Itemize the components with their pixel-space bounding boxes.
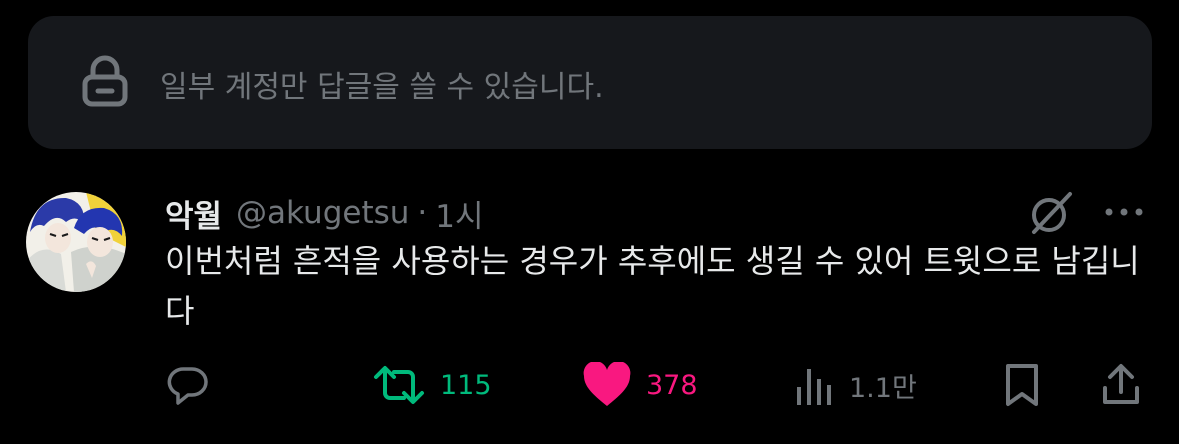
bookmark-button[interactable] bbox=[1002, 360, 1042, 410]
reply-button[interactable] bbox=[166, 360, 210, 410]
reply-icon bbox=[167, 367, 208, 405]
views-button[interactable]: 1.1만 bbox=[795, 360, 917, 410]
views-count: 1.1만 bbox=[849, 372, 917, 404]
heart-icon bbox=[583, 362, 631, 406]
retweet-button[interactable]: 115 bbox=[372, 360, 492, 410]
like-button[interactable]: 378 bbox=[582, 360, 698, 410]
reply-restriction-text: 일부 계정만 답글을 쓸 수 있습니다. bbox=[160, 70, 604, 105]
author-name[interactable]: 악월 bbox=[165, 191, 222, 236]
tweet-text: 이번처럼 흔적을 사용하는 경우가 추후에도 생길 수 있어 트윗으로 남깁니다 bbox=[165, 242, 1140, 330]
retweet-icon bbox=[374, 366, 424, 404]
bookmark-icon bbox=[1006, 364, 1038, 406]
views-icon bbox=[797, 369, 831, 405]
like-count: 378 bbox=[646, 369, 698, 401]
author-handle[interactable]: @akugetsu bbox=[236, 195, 409, 231]
retweet-count: 115 bbox=[440, 369, 492, 401]
tweet-header: 악월 @akugetsu · 1시 bbox=[165, 190, 484, 236]
more-icon[interactable] bbox=[1101, 199, 1147, 225]
share-button[interactable] bbox=[1101, 360, 1141, 410]
grok-icon[interactable] bbox=[1028, 190, 1074, 236]
tweet-time[interactable]: 1시 bbox=[435, 191, 483, 236]
share-icon bbox=[1103, 364, 1139, 404]
separator-dot: · bbox=[417, 195, 428, 231]
avatar[interactable] bbox=[26, 192, 126, 292]
lock-icon bbox=[82, 55, 128, 107]
